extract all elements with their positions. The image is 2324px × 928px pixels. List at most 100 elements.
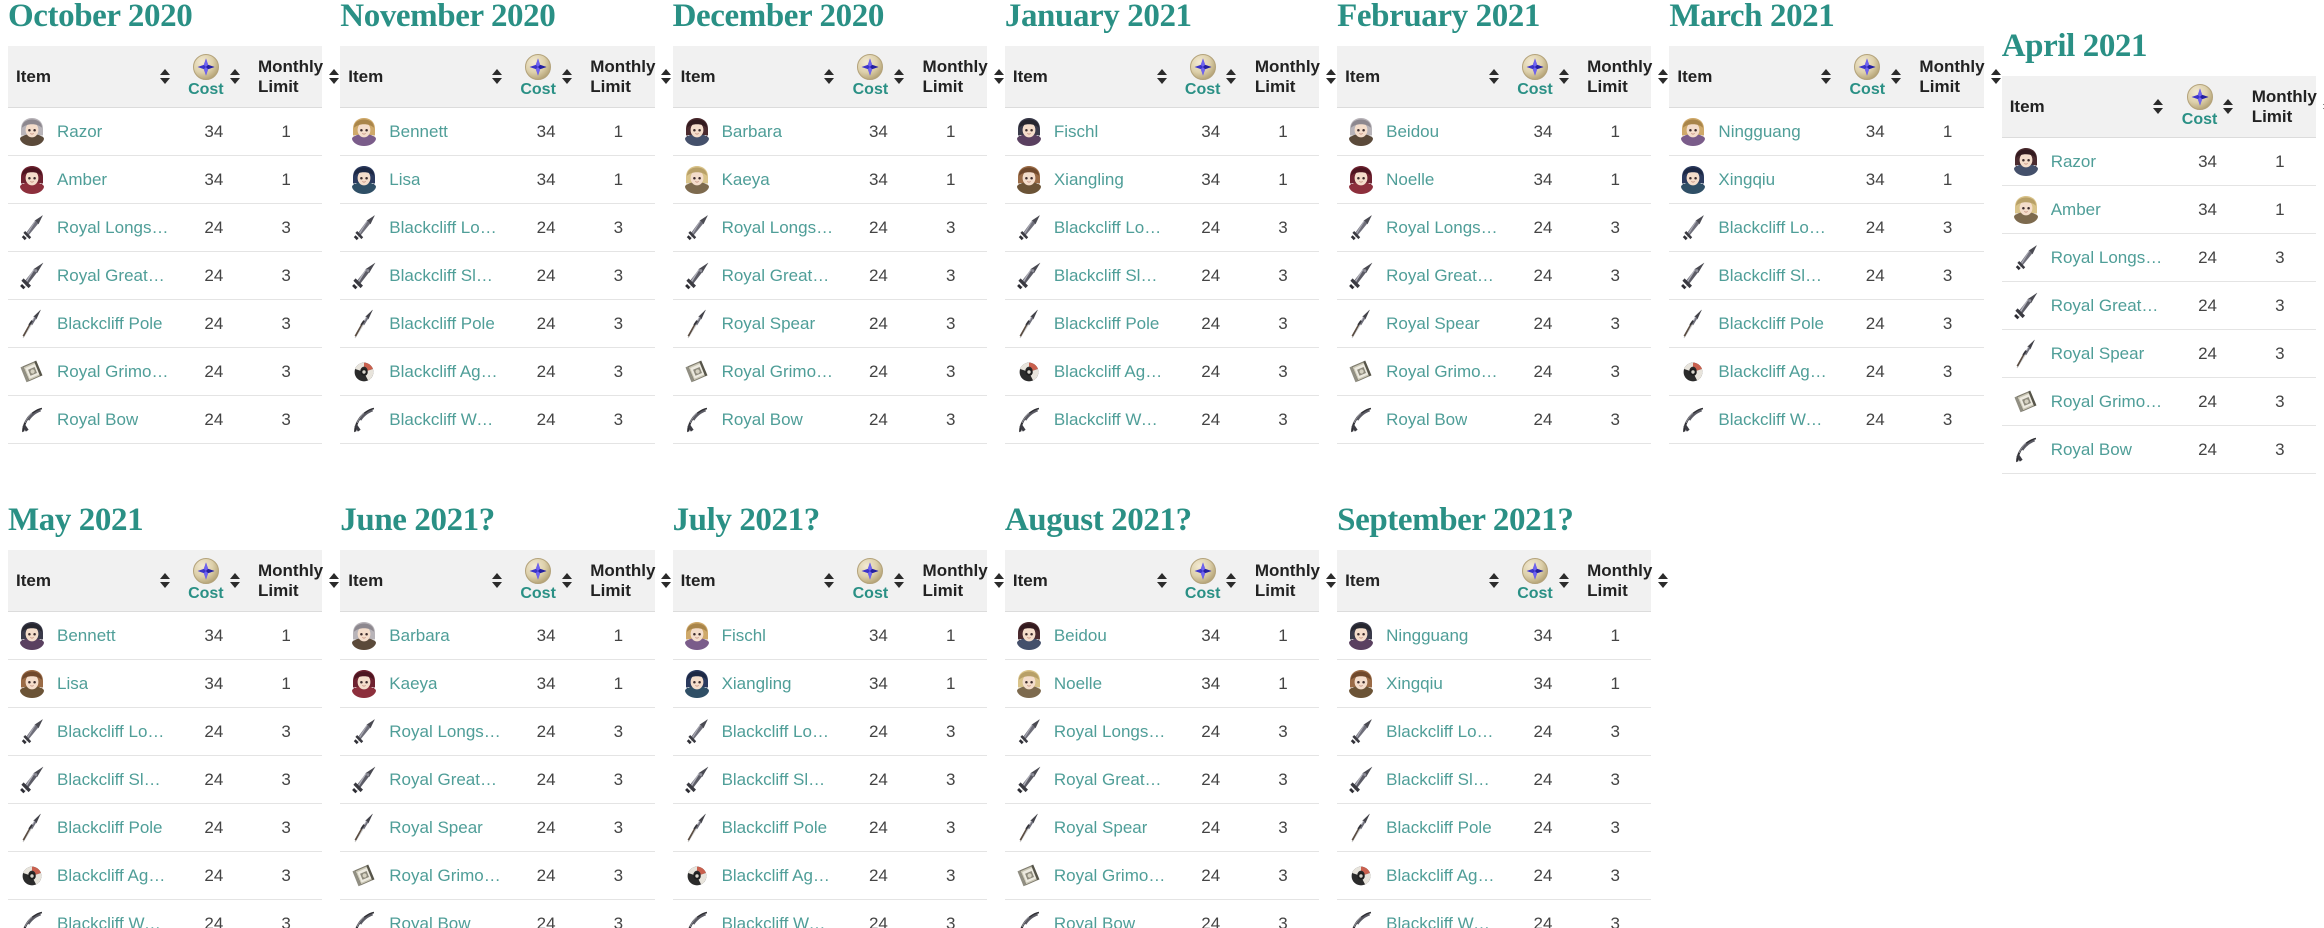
item-link[interactable]: Blackcliff Pole <box>1386 818 1492 838</box>
table-row[interactable]: Xiangling 34 1 <box>672 659 987 708</box>
item-link[interactable]: Amber <box>2051 200 2101 220</box>
sort-arrows-icon-item[interactable] <box>1487 573 1499 588</box>
column-header-cost[interactable]: Cost <box>509 46 583 108</box>
column-header-monthly-limit[interactable]: Monthly Limit <box>582 550 672 612</box>
item-link[interactable]: Royal Greatsword <box>2051 296 2164 316</box>
item-link[interactable]: Royal Bow <box>1386 410 1467 430</box>
item-link[interactable]: Blackcliff Slasher <box>57 770 170 790</box>
table-row[interactable]: Royal Grimoire 24 3 <box>672 347 987 396</box>
table-row[interactable]: Royal Longsword 243 <box>2001 233 2316 282</box>
table-row[interactable]: Razor 34 1 <box>8 107 323 156</box>
item-link[interactable]: Royal Grimoire <box>1054 866 1167 886</box>
table-row[interactable]: Amber 34 1 <box>8 155 323 204</box>
sort-arrows-icon-item[interactable] <box>1819 69 1832 84</box>
sort-arrows-icon-item[interactable] <box>822 573 835 588</box>
sort-arrows-icon-item[interactable] <box>490 69 502 84</box>
item-link[interactable]: Blackcliff Agate <box>1718 362 1831 382</box>
item-link[interactable]: Royal Greatsword <box>722 266 835 286</box>
column-header-monthly-limit[interactable]: Monthly Limit <box>914 46 1004 108</box>
table-row[interactable]: Blackcliff Pole 24 3 <box>8 803 323 852</box>
sort-arrows-icon-item[interactable] <box>158 573 170 588</box>
column-header-cost[interactable]: Cost <box>1506 46 1580 108</box>
table-row[interactable]: Xingqiu 34 1 <box>1669 155 1984 204</box>
sort-arrows-icon-limit[interactable] <box>1656 573 1669 588</box>
table-row[interactable]: Blackcliff Agate 24 3 <box>8 851 323 900</box>
item-link[interactable]: Beidou <box>1054 626 1107 646</box>
sort-arrows-icon-cost[interactable] <box>560 573 572 588</box>
item-link[interactable]: Razor <box>57 122 102 142</box>
table-row[interactable]: Beidou 34 1 <box>1337 107 1652 156</box>
item-link[interactable]: Blackcliff Warbow <box>389 410 502 430</box>
item-link[interactable]: Blackcliff Slasher <box>1386 770 1499 790</box>
sort-arrows-icon-limit[interactable] <box>327 69 340 84</box>
sort-arrows-icon-limit[interactable] <box>659 69 672 84</box>
table-row[interactable]: Blackcliff Slasher 243 <box>1004 251 1320 300</box>
item-link[interactable]: Ningguang <box>1386 626 1468 646</box>
item-link[interactable]: Lisa <box>57 674 88 694</box>
sort-arrows-icon-item[interactable] <box>1155 69 1167 84</box>
item-link[interactable]: Blackcliff Pole <box>389 314 495 334</box>
column-header-item[interactable]: Item <box>1337 550 1507 612</box>
item-link[interactable]: Royal Longsword <box>2051 248 2164 268</box>
table-row[interactable]: Blackcliff Longsword 243 <box>8 707 323 756</box>
item-link[interactable]: Barbara <box>722 122 782 142</box>
table-row[interactable]: Blackcliff Pole 24 3 <box>340 299 655 348</box>
column-header-cost[interactable]: Cost <box>509 550 583 612</box>
item-link[interactable]: Blackcliff Agate <box>389 362 502 382</box>
item-link[interactable]: Bennett <box>57 626 116 646</box>
table-row[interactable]: Royal Longsword 243 <box>1337 203 1652 252</box>
item-link[interactable]: Ningguang <box>1718 122 1800 142</box>
sort-arrows-icon-limit[interactable] <box>327 573 340 588</box>
table-row[interactable]: Blackcliff Pole 24 3 <box>8 299 323 348</box>
item-link[interactable]: Royal Bow <box>2051 440 2132 460</box>
item-link[interactable]: Noelle <box>1054 674 1102 694</box>
item-link[interactable]: Bennett <box>389 122 448 142</box>
table-row[interactable]: Blackcliff Warbow 243 <box>672 899 987 928</box>
table-row[interactable]: Noelle 34 1 <box>1337 155 1652 204</box>
item-link[interactable]: Royal Bow <box>1054 914 1135 928</box>
column-header-item[interactable]: Item <box>1004 46 1175 108</box>
item-link[interactable]: Blackcliff Longsword <box>1386 722 1499 742</box>
column-header-item[interactable]: Item <box>340 550 510 612</box>
item-link[interactable]: Fischl <box>1054 122 1098 142</box>
sort-arrows-icon-cost[interactable] <box>2221 99 2234 114</box>
table-row[interactable]: Royal Greatsword 243 <box>672 251 987 300</box>
column-header-cost[interactable]: Cost <box>2171 76 2244 138</box>
table-row[interactable]: Royal Longsword 243 <box>672 203 987 252</box>
sort-arrows-icon-cost[interactable] <box>1557 573 1569 588</box>
item-link[interactable]: Royal Spear <box>1054 818 1148 838</box>
column-header-item[interactable]: Item <box>2001 76 2172 138</box>
table-row[interactable]: Bennett 34 1 <box>8 611 323 660</box>
sort-arrows-icon-limit[interactable] <box>1324 69 1336 84</box>
column-header-monthly-limit[interactable]: Monthly Limit <box>1246 46 1336 108</box>
table-row[interactable]: Royal Greatsword 243 <box>1337 251 1652 300</box>
column-header-cost[interactable]: Cost <box>177 46 250 108</box>
sort-arrows-icon-cost[interactable] <box>1224 573 1237 588</box>
item-link[interactable]: Blackcliff Longsword <box>722 722 835 742</box>
sort-arrows-icon-limit[interactable] <box>992 69 1004 84</box>
column-header-monthly-limit[interactable]: Monthly Limit <box>1579 550 1669 612</box>
item-link[interactable]: Royal Longsword <box>389 722 502 742</box>
table-row[interactable]: Blackcliff Longsword 243 <box>340 203 655 252</box>
item-link[interactable]: Royal Greatsword <box>1054 770 1167 790</box>
sort-arrows-icon-item[interactable] <box>822 69 835 84</box>
item-link[interactable]: Xingqiu <box>1386 674 1443 694</box>
table-row[interactable]: Lisa 34 1 <box>340 155 655 204</box>
item-link[interactable]: Royal Bow <box>57 410 138 430</box>
sort-arrows-icon-limit[interactable] <box>1324 573 1336 588</box>
sort-arrows-icon-item[interactable] <box>158 69 170 84</box>
table-row[interactable]: Blackcliff Agate 24 3 <box>1337 851 1652 900</box>
table-row[interactable]: Kaeya 34 1 <box>672 155 987 204</box>
table-row[interactable]: Blackcliff Warbow 243 <box>1337 899 1652 928</box>
table-row[interactable]: Royal Spear 24 3 <box>1004 803 1320 852</box>
table-row[interactable]: Blackcliff Longsword 243 <box>672 707 987 756</box>
item-link[interactable]: Xiangling <box>1054 170 1124 190</box>
item-link[interactable]: Barbara <box>389 626 449 646</box>
column-header-item[interactable]: Item <box>672 550 843 612</box>
sort-arrows-icon-cost[interactable] <box>560 69 572 84</box>
item-link[interactable]: Royal Spear <box>1386 314 1480 334</box>
column-header-cost[interactable]: Cost <box>1174 550 1247 612</box>
column-header-item[interactable]: Item <box>1669 46 1840 108</box>
item-link[interactable]: Royal Longsword <box>57 218 170 238</box>
table-row[interactable]: Blackcliff Slasher 243 <box>1669 251 1984 300</box>
